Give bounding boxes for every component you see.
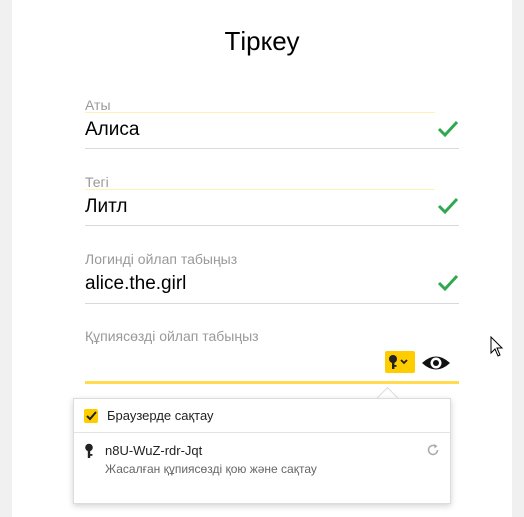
check-icon <box>437 274 459 292</box>
check-icon <box>437 120 459 138</box>
eye-icon[interactable] <box>421 353 451 373</box>
save-in-browser-option[interactable]: Браузерде сақтау <box>74 399 450 433</box>
label-underline <box>85 189 435 190</box>
login-field[interactable]: Логинді ойлап табыңыз alice.the.girl <box>85 250 459 306</box>
suggested-password-item[interactable]: n8U-WuZ-rdr-Jqt Жасалған құпиясөзді қою … <box>74 433 450 503</box>
password-generator-button[interactable] <box>385 351 415 373</box>
password-suggestion-popup: Браузерде сақтау n8U-WuZ-rdr-Jqt Жасалға… <box>73 398 451 504</box>
last-name-input[interactable]: Литл <box>85 194 459 220</box>
mouse-cursor-icon <box>490 336 504 357</box>
field-underline <box>85 303 459 304</box>
first-name-field[interactable]: Аты Алиса <box>85 96 459 152</box>
password-input[interactable] <box>85 348 375 374</box>
save-in-browser-checkbox[interactable] <box>84 408 98 423</box>
suggested-password-text: n8U-WuZ-rdr-Jqt <box>105 443 203 458</box>
first-name-input[interactable]: Алиса <box>85 117 459 143</box>
password-label: Құпиясөзді ойлап табыңыз <box>85 328 259 344</box>
last-name-field[interactable]: Тегі Литл <box>85 173 459 229</box>
password-field[interactable]: Құпиясөзді ойлап табыңыз <box>85 327 459 387</box>
chevron-down-icon <box>400 359 408 365</box>
save-in-browser-label: Браузерде сақтау <box>107 408 214 423</box>
login-label: Логинді ойлап табыңыз <box>85 251 238 267</box>
suggested-password-action: Жасалған құпиясөзді қою және сақтау <box>105 462 317 476</box>
login-input[interactable]: alice.the.girl <box>85 271 459 297</box>
refresh-icon[interactable] <box>426 443 440 457</box>
field-underline <box>85 225 459 226</box>
page-title: Тіркеу <box>224 26 300 56</box>
key-icon <box>389 355 408 369</box>
password-focus-underline <box>85 381 459 384</box>
checkmark-icon <box>85 410 97 420</box>
key-icon <box>85 443 93 458</box>
field-underline <box>85 148 459 149</box>
label-underline <box>85 112 435 113</box>
check-icon <box>437 197 459 215</box>
